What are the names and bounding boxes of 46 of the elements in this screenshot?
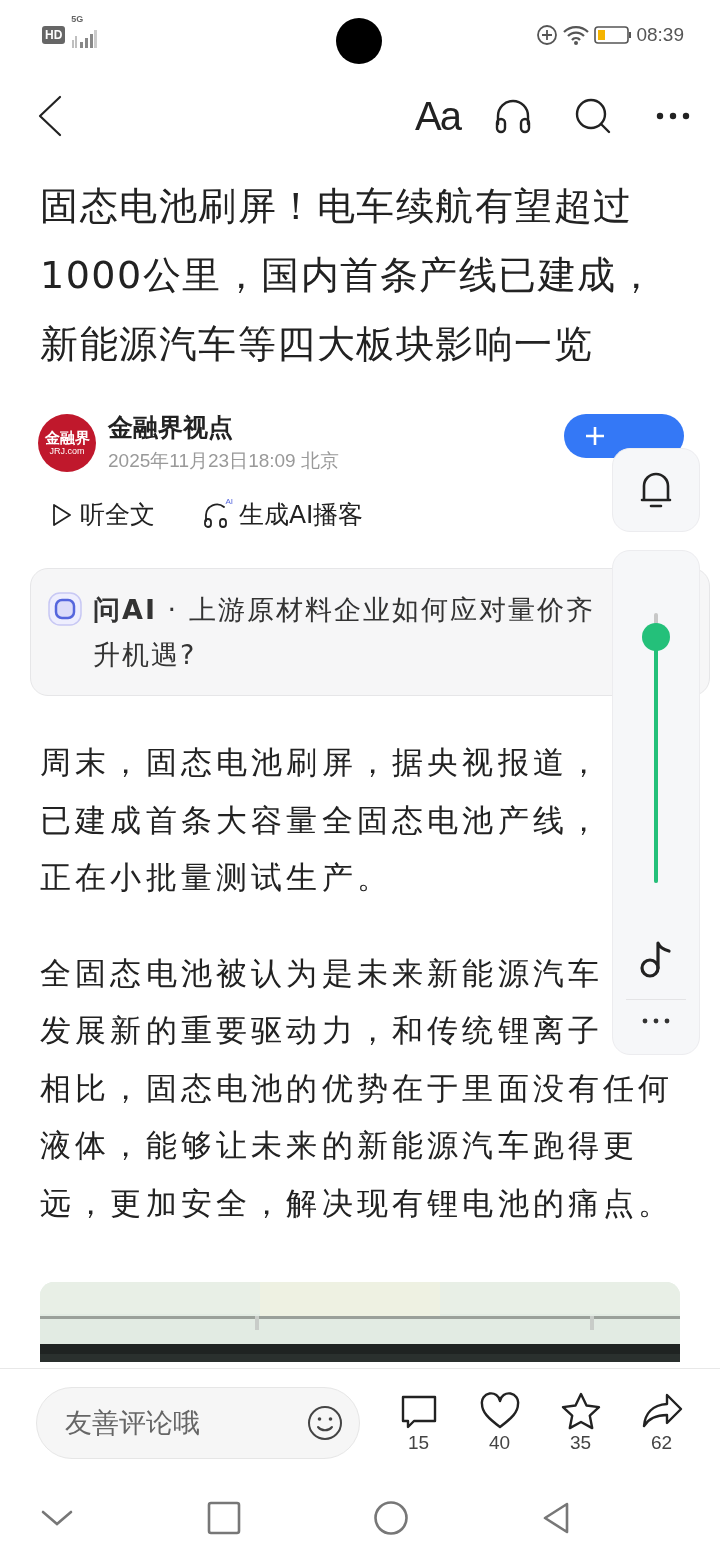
podcast-button[interactable]: AI 生成AI播客 bbox=[203, 498, 364, 531]
comment-box[interactable]: 友善评论哦 bbox=[36, 1386, 360, 1459]
volume-thumb[interactable] bbox=[642, 623, 670, 652]
hd-badge: HD bbox=[42, 26, 66, 44]
camera-hole bbox=[336, 18, 382, 64]
listen-button[interactable]: 听全文 bbox=[52, 498, 155, 531]
clock-time: 08:39 bbox=[636, 24, 684, 46]
article-paragraph: 相比，固态电池的优势在于里面没有任何液体，能够让未来的新能源汽车跑得更远，更加安全，解决现有锂电池的痛点。 bbox=[40, 1068, 675, 1223]
network-type: 5G bbox=[71, 14, 84, 24]
wifi-icon bbox=[562, 24, 591, 46]
favorite-button[interactable]: 35 bbox=[545, 1391, 616, 1454]
publish-meta: 2025年11月23日18:09 北京 bbox=[108, 449, 340, 473]
like-button[interactable]: 40 bbox=[464, 1391, 535, 1454]
back-button[interactable] bbox=[36, 95, 64, 137]
share-button[interactable]: 62 bbox=[626, 1391, 697, 1454]
bell-icon bbox=[640, 471, 672, 509]
comment-button[interactable]: 15 bbox=[383, 1391, 454, 1454]
star-icon bbox=[560, 1391, 601, 1430]
collapse-button[interactable] bbox=[40, 1509, 74, 1527]
heart-icon bbox=[479, 1391, 520, 1430]
article-title: 固态电池刷屏！电车续航有望超过1000公里，国内首条产线已建成，新能源汽车等四大板块影响一览 bbox=[39, 183, 658, 368]
back-nav-button[interactable] bbox=[541, 1501, 570, 1535]
home-button[interactable] bbox=[373, 1500, 410, 1536]
more-options-button[interactable] bbox=[642, 1018, 670, 1024]
play-icon bbox=[52, 502, 72, 527]
search-button[interactable] bbox=[574, 97, 612, 135]
follow-button[interactable] bbox=[564, 413, 684, 458]
emoji-icon bbox=[307, 1404, 343, 1441]
music-note-icon bbox=[639, 939, 673, 979]
recents-button[interactable] bbox=[206, 1501, 241, 1535]
article-paragraph: 全固态电池被认为是未来新能源汽车发展新的重要驱动力，和传统锂离子 bbox=[40, 953, 605, 1050]
article-paragraph: 周末，固态电池刷屏，据央视报道，已建成首条大容量全固态电池产线，正在小批量测试生产。 bbox=[40, 743, 605, 897]
plus-icon bbox=[584, 424, 606, 447]
add-circle-icon bbox=[536, 24, 559, 46]
comment-field[interactable]: 友善评论哦 bbox=[63, 1406, 283, 1439]
notification-panel[interactable] bbox=[612, 448, 700, 532]
ai-question: 问AI · 上游原材料企业如何应对量价齐升机遇? bbox=[93, 593, 596, 672]
signal-icon bbox=[71, 30, 98, 48]
author-name[interactable]: 金融界视点 bbox=[108, 411, 552, 444]
share-icon bbox=[640, 1391, 683, 1430]
battery-icon bbox=[594, 25, 633, 45]
more-button[interactable] bbox=[656, 112, 690, 120]
ai-logo-icon bbox=[47, 591, 83, 627]
headphones-button[interactable] bbox=[494, 98, 532, 134]
font-size-button[interactable]: Aa bbox=[415, 93, 460, 139]
author-logo: 金融界 JRJ.com bbox=[38, 413, 96, 472]
